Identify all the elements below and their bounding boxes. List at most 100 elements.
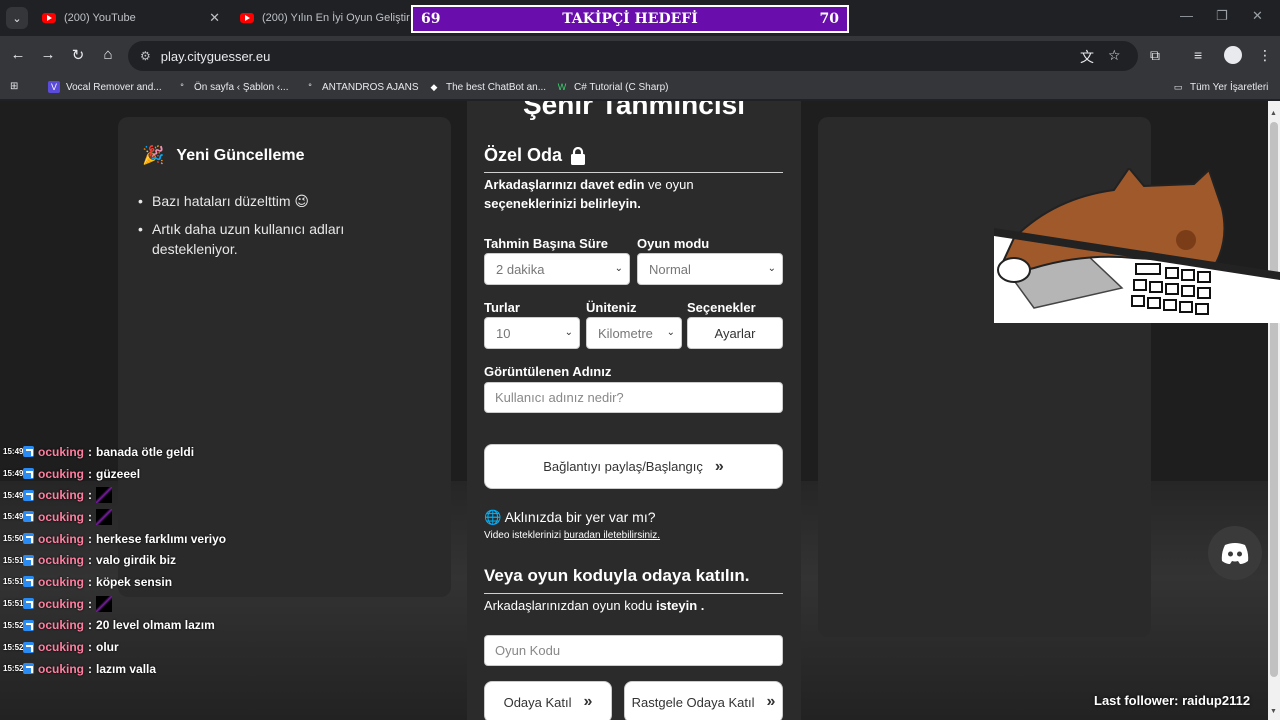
username-input[interactable]: Kullanıcı adınız nedir? bbox=[484, 382, 783, 413]
double-chevron-right-icon: » bbox=[714, 457, 724, 475]
vocal-remover-icon: V bbox=[48, 81, 60, 93]
options-label: Seçenekler bbox=[687, 300, 756, 315]
double-chevron-right-icon: » bbox=[766, 693, 776, 710]
site-info-icon[interactable]: ⚙ bbox=[140, 49, 151, 63]
tab-title: (200) Yılın En İyi Oyun Geliştirm bbox=[262, 12, 410, 24]
chat-message: 15:51 ocuking: bbox=[3, 593, 263, 615]
forward-icon[interactable]: → bbox=[38, 46, 58, 63]
discord-icon[interactable] bbox=[1208, 526, 1262, 580]
stream-chat: 15:49 ocuking: banada ötle geldi 15:49 ocuk… bbox=[3, 441, 263, 680]
chevron-down-icon: ⌄ bbox=[666, 327, 675, 338]
bookmark-item[interactable]: V Vocal Remover and... bbox=[48, 81, 162, 93]
scroll-up-icon[interactable]: ▲ bbox=[1270, 110, 1277, 117]
apps-icon[interactable]: ⊞ bbox=[10, 81, 18, 92]
share-start-button[interactable]: Bağlantıyı paylaş/Başlangıç » bbox=[484, 444, 783, 489]
time-per-guess-select[interactable]: 2 dakika ⌄ bbox=[484, 253, 630, 285]
url-text: play.cityguesser.eu bbox=[160, 48, 271, 64]
divider bbox=[484, 172, 783, 173]
divider bbox=[484, 593, 783, 594]
chat-message: 15:50 ocuking: herkese farklımı veriyo bbox=[3, 531, 227, 546]
bookmark-item[interactable]: ° Ön sayfa ‹ Şablon ‹... bbox=[176, 81, 288, 93]
bookmark-item[interactable]: ° ANTANDROS AJANS bbox=[304, 81, 418, 93]
unit-select[interactable]: Kilometre ⌄ bbox=[586, 317, 682, 349]
bookmarks-bar: ⊞ V Vocal Remover and... ° Ön sayfa ‹ Şa… bbox=[0, 76, 1280, 100]
translate-icon[interactable]: 文 bbox=[1080, 47, 1094, 67]
close-tab-icon[interactable]: ✕ bbox=[209, 10, 220, 26]
random-room-button[interactable]: Rastgele Odaya Katıl » bbox=[624, 681, 783, 720]
w3schools-icon: W bbox=[557, 82, 567, 92]
list-item: Bazı hataları düzelttim 😉 bbox=[138, 191, 428, 211]
chat-message: 15:49 ocuking: güzeeel bbox=[3, 466, 141, 481]
join-title: Veya oyun koduyla odaya katılın. bbox=[484, 566, 750, 585]
address-bar[interactable]: ⚙ play.cityguesser.eu bbox=[128, 41, 1138, 71]
chat-badge-icon bbox=[23, 641, 34, 653]
chat-badge-icon bbox=[23, 619, 34, 631]
bookmark-star-icon[interactable]: ☆ bbox=[1108, 47, 1121, 64]
menu-icon[interactable]: ⋮ bbox=[1258, 47, 1272, 64]
scroll-down-icon[interactable]: ▼ bbox=[1270, 708, 1277, 715]
chat-badge-icon bbox=[23, 511, 34, 523]
site-title: Şehir Tahmincisi bbox=[523, 101, 745, 120]
settings-button[interactable]: Ayarlar bbox=[687, 317, 783, 349]
site-icon: ° bbox=[180, 82, 184, 92]
browser-toolbar: ← → ↻ ⌂ ⚙ play.cityguesser.eu 文 ☆ ⧉ ≡ ⋮ bbox=[0, 36, 1280, 76]
minimize-icon[interactable]: — bbox=[1180, 8, 1193, 23]
game-mode-select[interactable]: Normal ⌄ bbox=[637, 253, 783, 285]
chat-message: 15:49 ocuking: bbox=[3, 484, 263, 506]
back-icon[interactable]: ← bbox=[8, 46, 28, 63]
close-window-icon[interactable]: ✕ bbox=[1252, 8, 1263, 24]
display-name-label: Görüntülenen Adınız bbox=[484, 364, 612, 379]
home-icon[interactable]: ⌂ bbox=[98, 46, 118, 63]
chat-badge-icon bbox=[23, 489, 34, 501]
chat-badge-icon bbox=[23, 663, 34, 675]
tab-title: (200) YouTube bbox=[64, 12, 136, 24]
chat-message: 15:52 ocuking: olur bbox=[3, 640, 119, 655]
list-item: Artık daha uzun kullanıcı adları destekl… bbox=[138, 219, 428, 259]
tab-search-button[interactable]: ⌄ bbox=[6, 7, 28, 29]
chat-badge-icon bbox=[23, 554, 34, 566]
tab-youtube[interactable]: (200) YouTube ✕ bbox=[32, 4, 228, 32]
chat-badge-icon bbox=[23, 468, 34, 480]
emote-icon bbox=[96, 595, 113, 612]
site-icon: ° bbox=[308, 82, 312, 92]
room-code-input[interactable]: Oyun Kodu bbox=[484, 635, 783, 666]
emote-icon bbox=[96, 487, 113, 504]
chatbot-icon: ◆ bbox=[430, 81, 438, 92]
rounds-select[interactable]: 10 ⌄ bbox=[484, 317, 580, 349]
rounds-label: Turlar bbox=[484, 300, 520, 315]
chat-message: 15:51 ocuking: valo girdik biz bbox=[3, 553, 177, 568]
profile-avatar[interactable] bbox=[1224, 46, 1242, 64]
private-room-description: Arkadaşlarınızı davet edin ve oyun seçen… bbox=[484, 177, 694, 211]
update-list: Bazı hataları düzelttim 😉 Artık daha uzu… bbox=[138, 191, 428, 267]
join-room-button[interactable]: Odaya Katıl » bbox=[484, 681, 612, 720]
chat-message: 15:52 ocuking:20 level olmam lazım bbox=[3, 618, 215, 633]
chat-message: 15:49 ocuking: banada ötle geldi bbox=[3, 444, 195, 459]
tab-youtube-video[interactable]: (200) Yılın En İyi Oyun Geliştirm bbox=[230, 4, 410, 32]
follower-goal-target: 70 bbox=[819, 11, 839, 27]
join-description: Arkadaşlarınızdan oyun kodu isteyin . bbox=[484, 598, 705, 613]
youtube-icon bbox=[240, 13, 254, 23]
follower-goal-current: 69 bbox=[421, 11, 441, 27]
chevron-down-icon: ⌄ bbox=[564, 327, 573, 338]
party-popper-icon: 🎉 bbox=[142, 145, 165, 165]
extensions-icon[interactable]: ⧉ bbox=[1150, 47, 1160, 64]
chat-badge-icon bbox=[23, 598, 34, 610]
time-per-guess-label: Tahmin Başına Süre bbox=[484, 236, 609, 251]
bookmark-item[interactable]: W C# Tutorial (C Sharp) bbox=[556, 81, 669, 93]
double-chevron-right-icon: » bbox=[583, 693, 593, 710]
chat-badge-icon bbox=[23, 533, 34, 545]
video-request-link[interactable]: buradan iletebilirsiniz. bbox=[564, 530, 660, 541]
folder-icon: ▭ bbox=[1173, 81, 1183, 92]
lock-icon bbox=[571, 146, 586, 165]
follower-goal-overlay: TAKİPÇİ HEDEFİ 69 70 bbox=[411, 5, 849, 33]
chat-badge-icon bbox=[23, 576, 34, 588]
bookmark-item[interactable]: ◆ The best ChatBot an... bbox=[428, 81, 547, 93]
reading-list-icon[interactable]: ≡ bbox=[1194, 47, 1202, 63]
bongo-cat-overlay bbox=[994, 168, 1280, 323]
follower-goal-title: TAKİPÇİ HEDEFİ bbox=[562, 11, 698, 27]
maximize-icon[interactable]: ❐ bbox=[1216, 8, 1228, 24]
reload-icon[interactable]: ↻ bbox=[68, 46, 88, 64]
all-bookmarks[interactable]: ▭ Tüm Yer İşaretleri bbox=[1172, 81, 1269, 93]
idea-text: Video isteklerinizi buradan iletebilirsi… bbox=[484, 530, 661, 541]
chevron-down-icon: ⌄ bbox=[614, 263, 623, 274]
